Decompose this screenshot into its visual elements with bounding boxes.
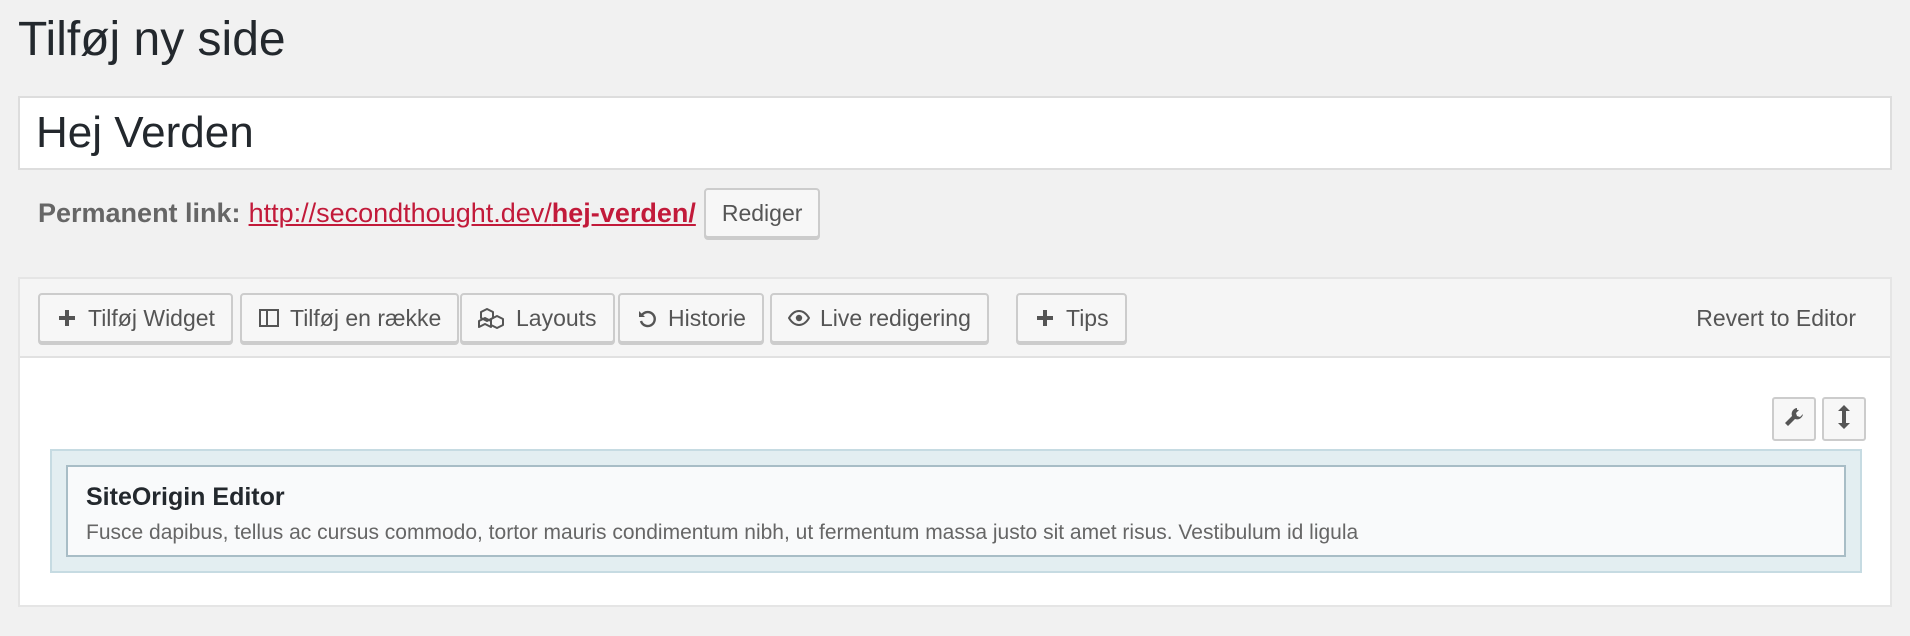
history-button[interactable]: Historie <box>618 293 764 343</box>
permalink-url-base: http://secondthought.dev/ <box>248 197 552 228</box>
page-builder-panel: Tilføj Widget Tilføj en række Layouts Hi… <box>18 277 1892 607</box>
edit-permalink-button[interactable]: Rediger <box>703 188 821 238</box>
widget-card[interactable]: SiteOrigin Editor Fusce dapibus, tellus … <box>66 465 1846 557</box>
widget-title: SiteOrigin Editor <box>86 483 285 511</box>
builder-row: SiteOrigin Editor Fusce dapibus, tellus … <box>50 449 1862 573</box>
permalink-bar: Permanent link: http://secondthought.dev… <box>38 188 821 238</box>
undo-icon <box>636 307 658 329</box>
add-row-label: Tilføj en række <box>290 304 442 331</box>
add-widget-button[interactable]: Tilføj Widget <box>38 293 233 343</box>
history-label: Historie <box>668 304 746 331</box>
revert-to-editor-link[interactable]: Revert to Editor <box>1696 305 1856 332</box>
page-title: Tilføj ny side <box>18 13 286 66</box>
eye-icon <box>788 307 810 329</box>
wrench-icon <box>1783 406 1805 433</box>
add-widget-label: Tilføj Widget <box>88 304 215 331</box>
page-builder-toolbar: Tilføj Widget Tilføj en række Layouts Hi… <box>20 279 1890 358</box>
row-move-button[interactable] <box>1822 397 1866 441</box>
row-tools <box>1766 397 1866 441</box>
permalink-url-link[interactable]: http://secondthought.dev/hej-verden/ <box>249 198 696 229</box>
permalink-label: Permanent link: <box>38 197 241 228</box>
live-edit-button[interactable]: Live redigering <box>770 293 989 343</box>
layouts-label: Layouts <box>516 304 597 331</box>
plus-icon <box>56 307 78 329</box>
permalink-url-slug: hej-verden/ <box>551 197 696 228</box>
plus-icon <box>1034 307 1056 329</box>
row-settings-button[interactable] <box>1772 397 1816 441</box>
tips-button[interactable]: Tips <box>1016 293 1127 343</box>
tips-label: Tips <box>1066 304 1109 331</box>
post-title-input[interactable] <box>18 96 1892 170</box>
widget-description: Fusce dapibus, tellus ac cursus commodo,… <box>86 521 1359 544</box>
add-row-button[interactable]: Tilføj en række <box>240 293 460 343</box>
live-edit-label: Live redigering <box>820 304 971 331</box>
vertical-arrows-icon <box>1837 404 1851 435</box>
columns-icon <box>258 307 280 329</box>
layouts-button[interactable]: Layouts <box>460 293 615 343</box>
cubes-icon <box>478 307 506 329</box>
